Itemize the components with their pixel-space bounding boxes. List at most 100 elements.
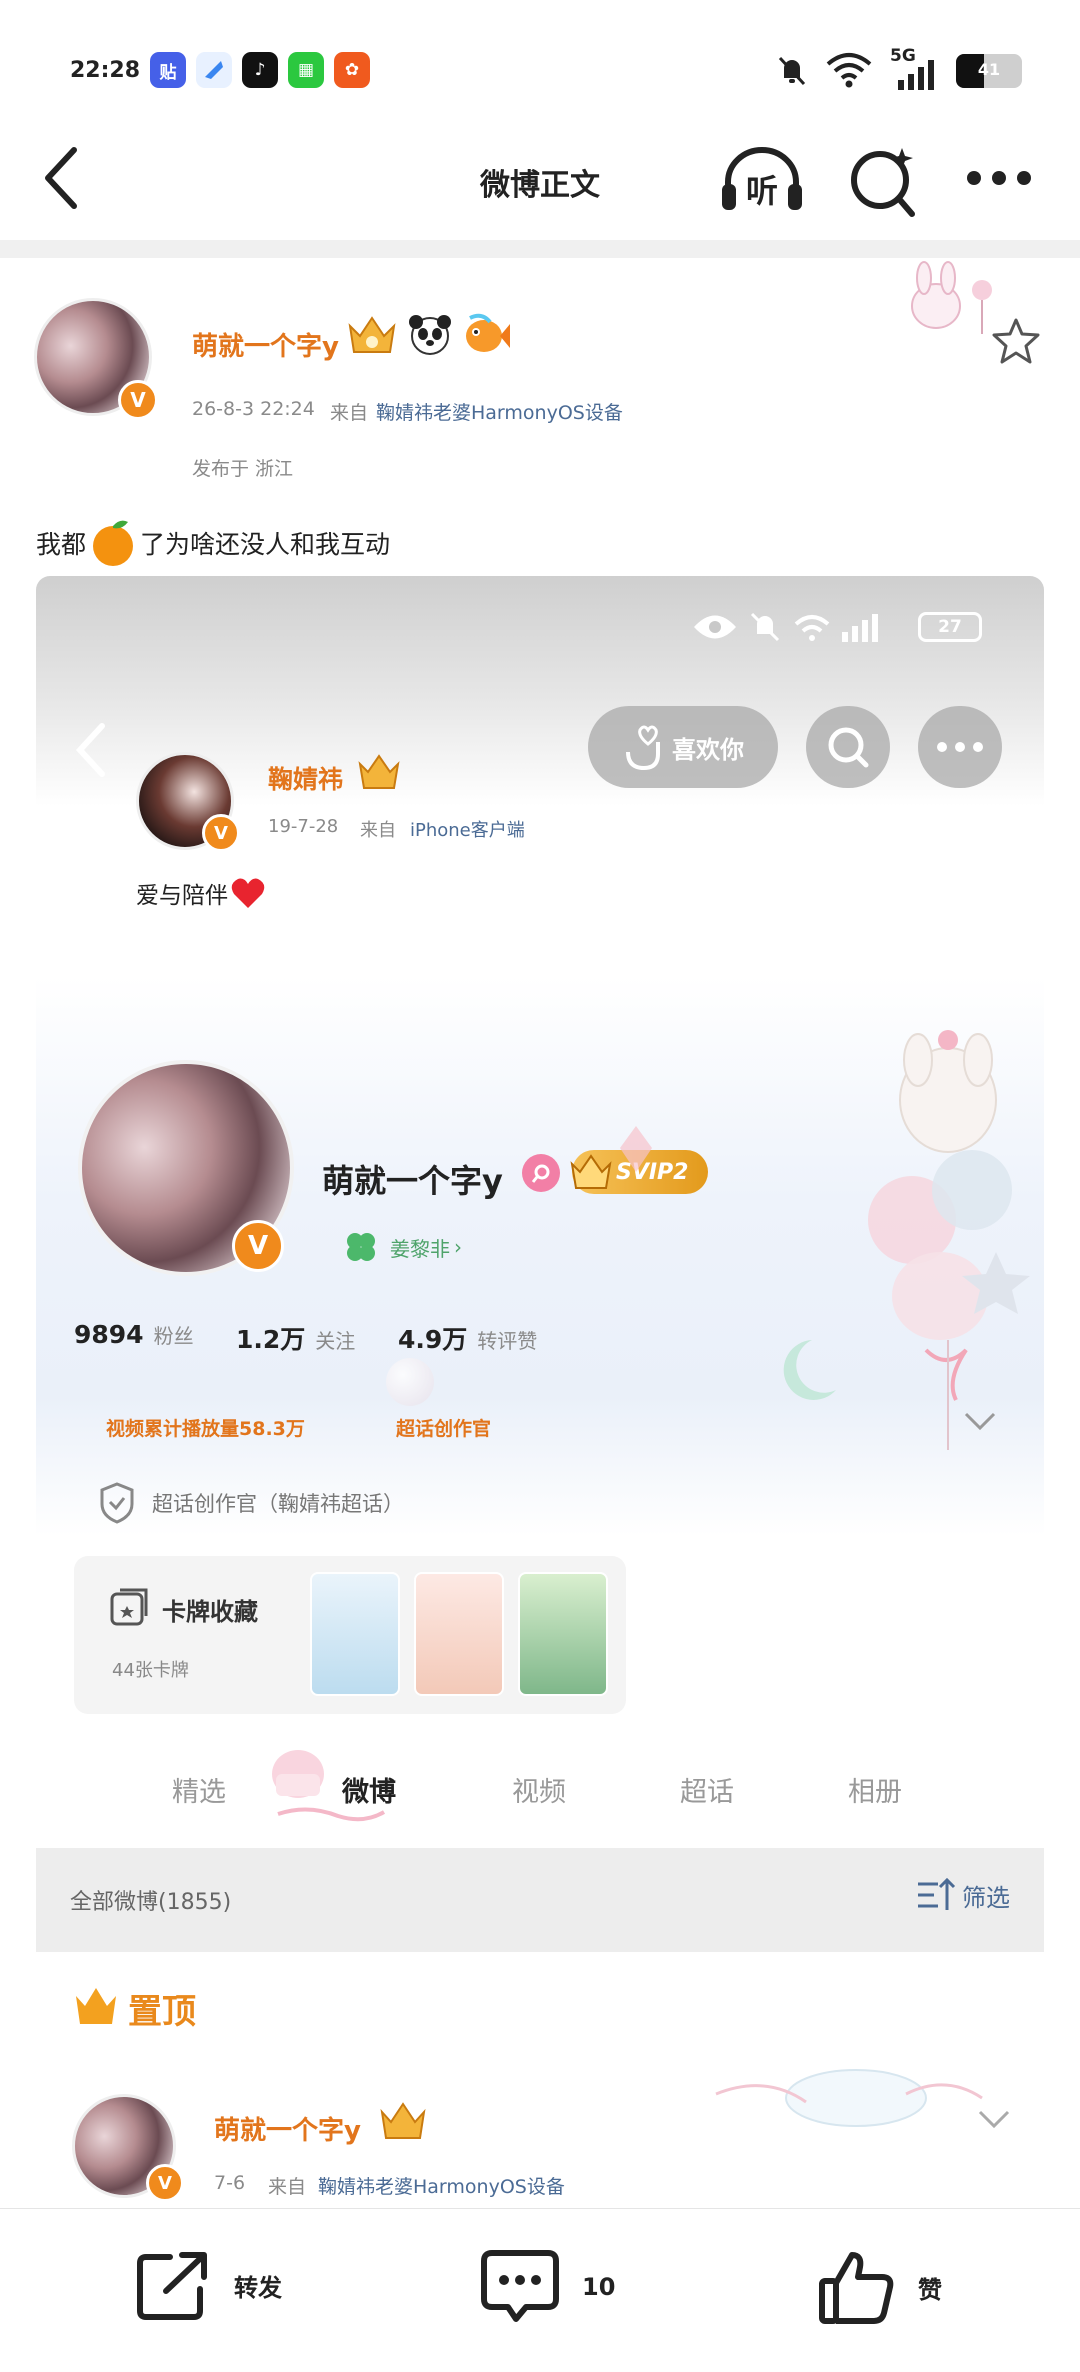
wifi-icon: [826, 53, 872, 88]
pinned-post-date: 7-6: [214, 2172, 246, 2194]
author-name[interactable]: 萌就一个字y: [192, 326, 339, 363]
post-text-after: 了为啥还没人和我互动: [140, 530, 391, 559]
page-title: 微博正文: [480, 168, 600, 203]
share-icon: [137, 2252, 207, 2320]
status-bar: 22:28 贴 ♪ ▦ ✿ 5G 41: [0, 0, 1080, 130]
creator-line[interactable]: 超话创作官（鞠婧祎超话）: [152, 1488, 404, 1518]
post-source[interactable]: 鞠婧祎老婆HarmonyOS设备: [376, 398, 623, 425]
post-text-before: 我都: [36, 530, 87, 559]
quoted-verified-badge-icon: V: [202, 814, 240, 852]
embedded-more-icon: [937, 742, 983, 752]
embedded-search-icon: [828, 727, 869, 768]
top-nav-bar: 微博正文 听: [0, 130, 1080, 240]
stat-followers[interactable]: 9894 粉丝: [74, 1320, 194, 1349]
collectible-card[interactable]: [310, 1572, 400, 1696]
super-topic-creator-badge[interactable]: 超话创作官: [396, 1414, 491, 1441]
douyin-app-icon: ♪: [242, 52, 278, 88]
card-collection-panel[interactable]: 卡牌收藏 44张卡牌: [74, 1556, 626, 1714]
crown-level-badge-icon: [348, 316, 396, 353]
embedded-search-button[interactable]: [806, 706, 890, 788]
comment-button[interactable]: 10: [480, 2249, 615, 2325]
collectible-card[interactable]: [414, 1572, 504, 1696]
orange-fruit-icon: [93, 520, 134, 566]
card-collection-title: 卡牌收藏: [162, 1598, 258, 1626]
post-source-prefix: 来自: [330, 402, 369, 424]
tab-album[interactable]: 相册: [848, 1770, 902, 1809]
tab-video[interactable]: 视频: [512, 1770, 566, 1809]
listen-label: 听: [746, 172, 779, 210]
shield-icon: [100, 1482, 134, 1524]
quoted-user-name[interactable]: 鞠婧祎: [268, 760, 343, 796]
stat-interactions[interactable]: 4.9万 转评赞: [398, 1320, 537, 1356]
eye-icon: [694, 615, 736, 639]
embedded-back-icon[interactable]: [74, 722, 108, 778]
green-app-icon: ▦: [288, 52, 324, 88]
fan-tag[interactable]: 姜黎非 ›: [342, 1228, 462, 1266]
tab-super-topic[interactable]: 超话: [680, 1770, 734, 1809]
profile-verified-badge-icon: V: [232, 1220, 284, 1272]
video-plays-badge[interactable]: 视频累计播放量58.3万: [106, 1414, 305, 1441]
moon-balloon-icon: [783, 1340, 836, 1400]
signal-icon: [898, 60, 934, 90]
favorite-star-icon[interactable]: [990, 316, 1042, 366]
tieba-app-icon: 贴: [150, 52, 186, 88]
like-label: 赞: [918, 2275, 942, 2304]
repost-label: 转发: [234, 2273, 282, 2302]
all-weibo-filter-bar: 全部微博(1855) 筛选: [36, 1848, 1044, 1952]
card-collection-count: 44张卡牌: [112, 1660, 189, 1681]
pinned-author-crown-icon: [380, 2102, 426, 2139]
quoted-source[interactable]: iPhone客户端: [410, 816, 525, 842]
like-you-button[interactable]: 喜欢你: [588, 706, 778, 788]
stat-following[interactable]: 1.2万 关注: [236, 1320, 355, 1356]
filter-button[interactable]: 筛选: [916, 1876, 1010, 1914]
embedded-more-button[interactable]: [918, 706, 1002, 788]
battery-level: 41: [977, 60, 1001, 79]
post-date: 26-8-3 22:24: [192, 398, 315, 420]
profile-search-icon[interactable]: [522, 1154, 560, 1192]
quoted-text: 爱与陪伴: [136, 876, 266, 910]
collectible-card[interactable]: [518, 1572, 608, 1696]
card-collection-icon: [110, 1588, 148, 1626]
verified-badge-icon: V: [118, 380, 158, 420]
all-weibo-count: 全部微博(1855): [70, 1890, 232, 1915]
cloud-sticker-icon: [715, 2069, 983, 2127]
search-sparkle-icon[interactable]: [848, 144, 918, 218]
pinned-chevron-icon[interactable]: [976, 2108, 1012, 2130]
quoted-date: 19-7-28: [268, 816, 339, 837]
tab-featured[interactable]: 精选: [172, 1770, 226, 1809]
quoted-text-label: 爱与陪伴: [136, 883, 228, 909]
filter-label: 筛选: [962, 1883, 1010, 1912]
stat-interactions-label: 转评赞: [477, 1329, 538, 1353]
pinned-verified-badge-icon: V: [146, 2164, 184, 2202]
thumbs-up-icon: [819, 2252, 894, 2324]
stat-following-label: 关注: [315, 1329, 356, 1353]
pinned-author-name[interactable]: 萌就一个字y: [214, 2110, 361, 2147]
pink-balloon-icon: [620, 1126, 652, 1172]
quoted-source-prefix: 来自: [360, 820, 396, 841]
listen-button[interactable]: 听: [720, 144, 804, 214]
post-location: 发布于 浙江: [192, 458, 294, 480]
fish-icon: [466, 313, 510, 352]
stat-followers-label: 粉丝: [153, 1324, 194, 1348]
clover-icon: [347, 1233, 375, 1261]
mute-bell-icon: [778, 56, 806, 86]
more-icon[interactable]: [966, 168, 1032, 188]
pinned-post-source[interactable]: 鞠婧祎老婆HarmonyOS设备: [318, 2172, 565, 2199]
like-button[interactable]: 赞: [818, 2249, 942, 2325]
hand-heart-icon: [626, 725, 660, 770]
expand-chevron-icon[interactable]: [962, 1410, 998, 1432]
quoted-crown-icon: [358, 754, 400, 789]
bottom-action-bar: 转发 10 赞: [0, 2208, 1080, 2372]
embedded-battery-icon: 27: [918, 612, 982, 642]
pinned-label: 置顶: [128, 1992, 196, 2032]
status-time: 22:28: [70, 58, 141, 83]
browser-app-icon: [196, 52, 232, 88]
tab-weibo[interactable]: 微博: [342, 1770, 396, 1809]
panda-icon: [409, 315, 451, 355]
repost-button[interactable]: 转发: [136, 2249, 282, 2321]
bubble-decoration: [386, 1358, 434, 1406]
embedded-screenshot[interactable]: 27 喜欢你 V 鞠婧祎 19-7-28 来自 iPhone客户端 爱与陪伴 V…: [36, 576, 1044, 1952]
section-divider: [0, 240, 1080, 258]
post-text: 我都 了为啥还没人和我互动: [36, 518, 390, 568]
balloons-sticker-icon: [868, 1030, 1030, 1450]
